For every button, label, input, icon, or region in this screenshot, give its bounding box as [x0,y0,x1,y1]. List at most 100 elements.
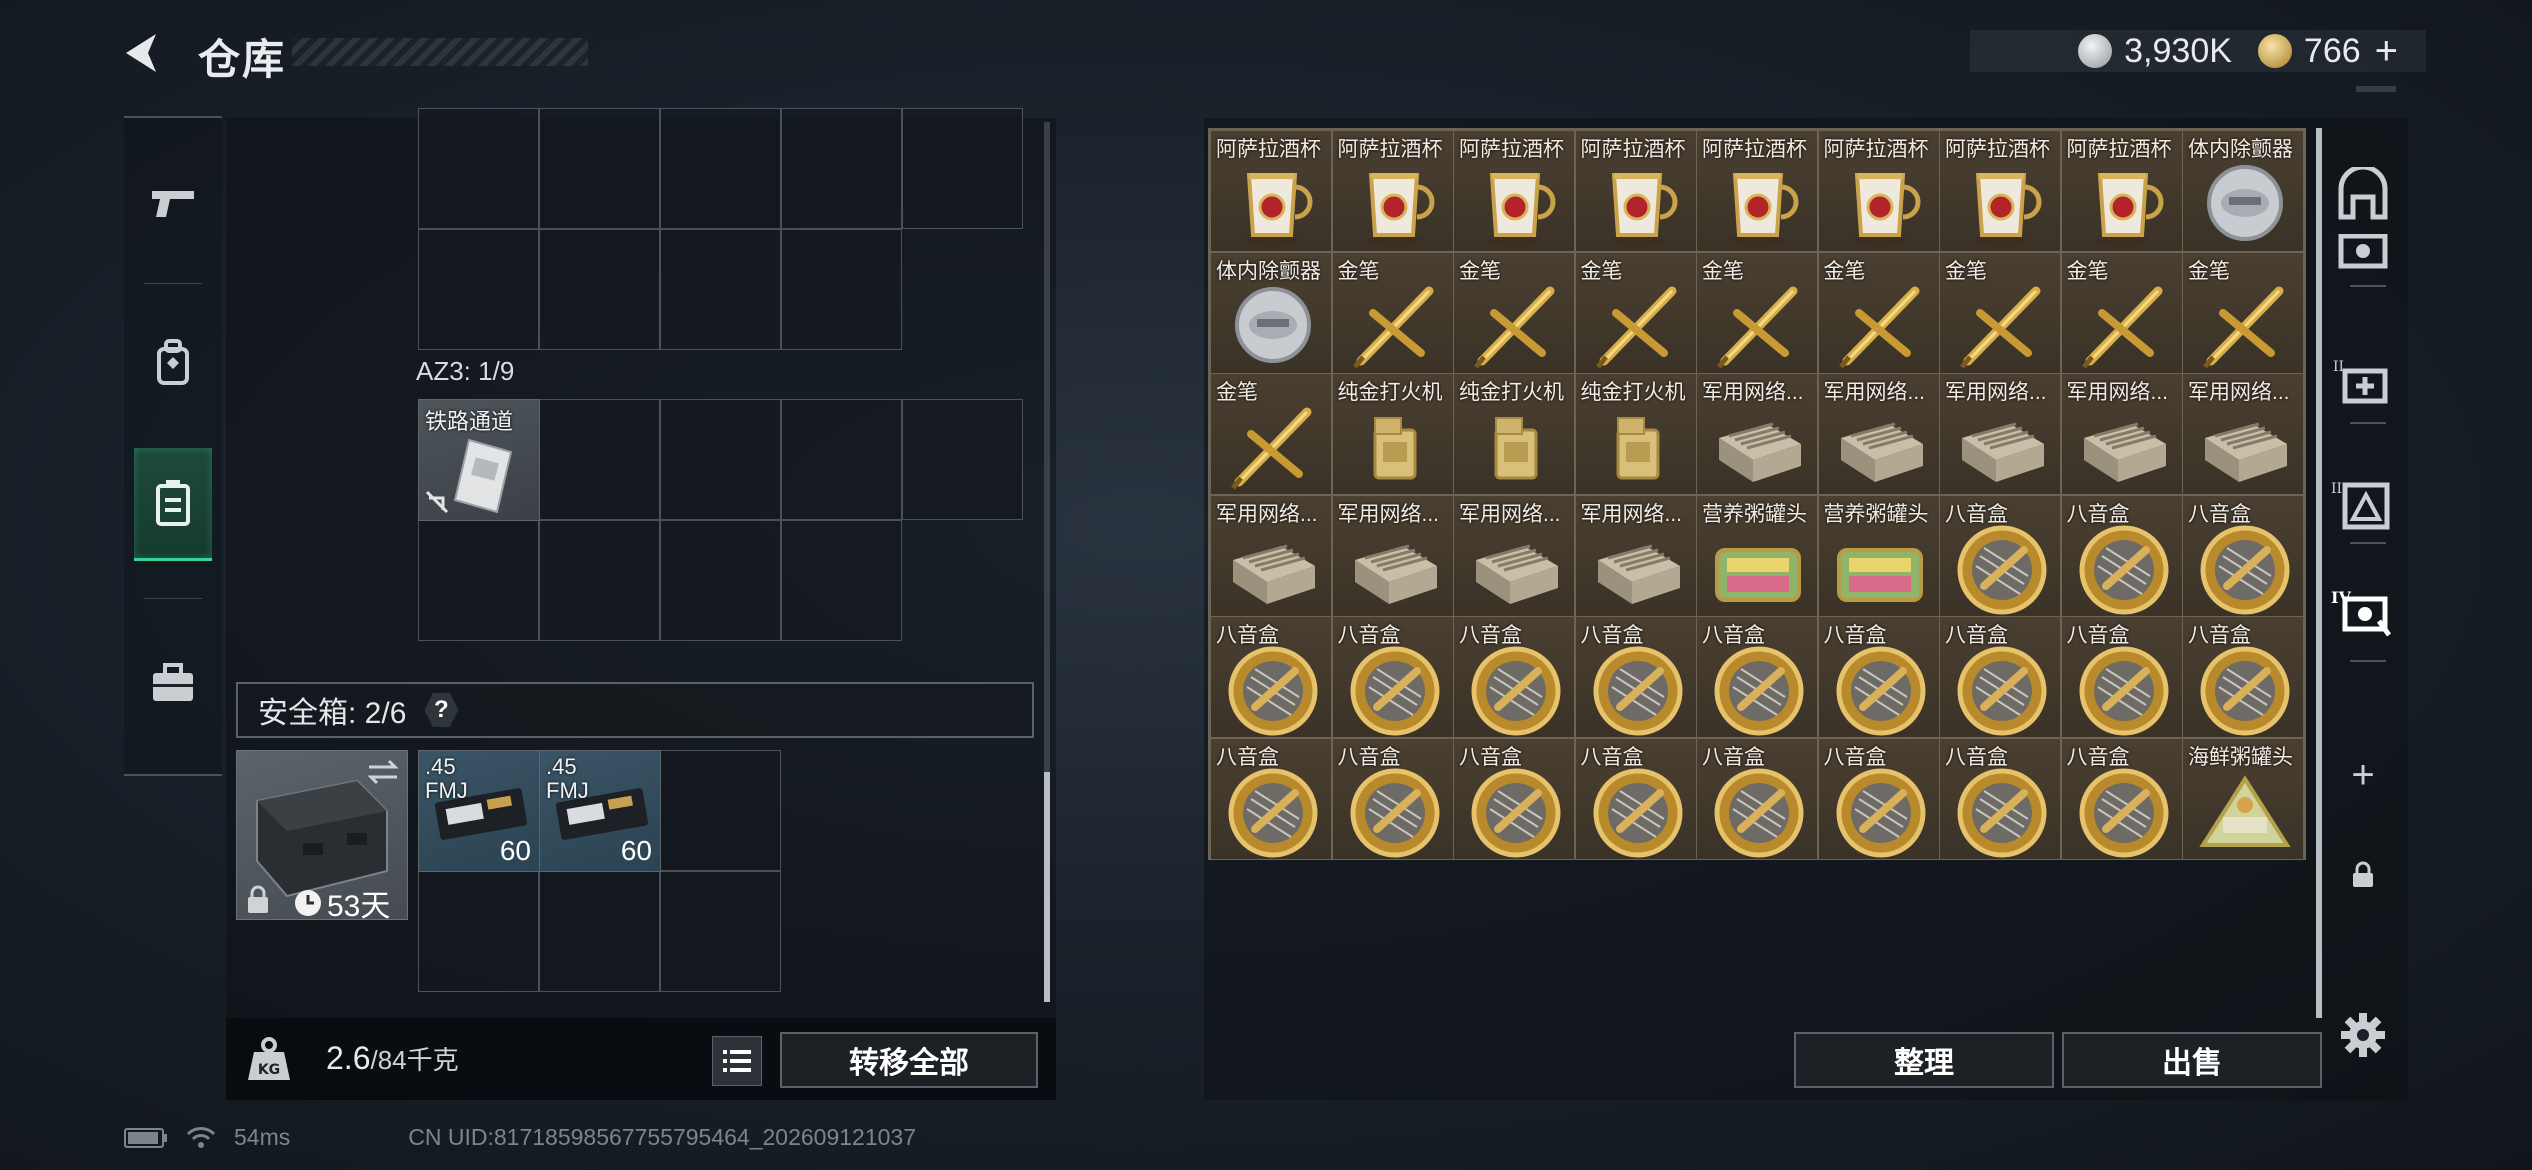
back-button[interactable] [118,28,168,78]
tab-backpack[interactable] [134,308,212,418]
stash-item-defib[interactable]: 体内除颤器 [1210,251,1332,374]
stash-item-musicbox[interactable]: 八音盒 [1939,616,2061,738]
stash-item-pen[interactable]: 金笔 [1453,251,1575,374]
stash-page-2-tab[interactable] [2328,234,2398,278]
list-view-button[interactable] [712,1036,762,1086]
help-icon[interactable]: ? [424,693,459,727]
grid-slot[interactable] [660,108,781,229]
grid-slot[interactable] [781,520,902,641]
stash-item-musicbox[interactable]: 八音盒 [1939,494,2061,617]
railway-pass-item[interactable]: 铁路通道 [418,399,540,521]
stash-item-pen[interactable]: 金笔 [1210,373,1332,495]
transfer-all-button[interactable]: 转移全部 [780,1032,1038,1088]
stash-item-cup[interactable]: 阿萨拉酒杯 [1453,130,1575,252]
sort-button[interactable]: 整理 [1794,1032,2054,1088]
stash-item-lighter[interactable]: 纯金打火机 [1453,373,1575,495]
stash-item-lighter[interactable]: 纯金打火机 [1574,373,1697,495]
stash-item-router[interactable]: 军用网络... [1939,373,2061,495]
stash-item-cup[interactable]: 阿萨拉酒杯 [2060,130,2183,252]
stash-item-pen[interactable]: 金笔 [1939,251,2061,374]
stash-item-cup[interactable]: 阿萨拉酒杯 [1939,130,2061,252]
stash-item-router[interactable]: 军用网络... [1817,373,1940,495]
safe-grid-slot[interactable] [660,871,781,992]
stash-item-seafood[interactable]: 海鲜粥罐头 [2182,737,2304,860]
stash-item-tin[interactable]: 营养粥罐头 [1817,494,1940,617]
stash-item-tin[interactable]: 营养粥罐头 [1696,494,1818,617]
stash-item-router[interactable]: 军用网络... [1453,494,1575,617]
stash-item-cup[interactable]: 阿萨拉酒杯 [1574,130,1697,252]
grid-slot[interactable] [660,229,781,350]
grid-slot[interactable] [660,520,781,641]
grid-slot[interactable] [418,520,539,641]
stash-item-router[interactable]: 军用网络... [1331,494,1454,617]
grid-slot[interactable] [781,108,902,229]
stash-item-pen[interactable]: 金笔 [2060,251,2183,374]
stash-item-router[interactable]: 军用网络... [1696,373,1818,495]
stash-item-musicbox[interactable]: 八音盒 [1696,616,1818,738]
grid-slot[interactable] [902,108,1023,229]
grid-slot[interactable] [418,229,539,350]
stash-item-musicbox[interactable]: 八音盒 [1453,616,1575,738]
sell-button[interactable]: 出售 [2062,1032,2322,1088]
stash-item-musicbox[interactable]: 八音盒 [1574,616,1697,738]
stash-item-pen[interactable]: 金笔 [1696,251,1818,374]
locked-stash-page[interactable] [2328,840,2398,910]
stash-item-lighter[interactable]: 纯金打火机 [1331,373,1454,495]
grid-slot[interactable] [902,399,1023,520]
stash-item-router[interactable]: 军用网络... [1210,494,1332,617]
stash-item-musicbox[interactable]: 八音盒 [2182,616,2304,738]
safe-grid-slot[interactable] [418,871,539,992]
stash-item-router[interactable]: 军用网络... [2060,373,2183,495]
ammo-45-fmj-item[interactable]: .45 FMJ 60 [539,750,661,872]
stash-item-musicbox[interactable]: 八音盒 [1939,737,2061,860]
stash-item-musicbox[interactable]: 八音盒 [2182,494,2304,617]
container-scrollbar[interactable] [1044,122,1050,1002]
add-currency-button[interactable]: + [2375,29,2398,74]
stash-page-II-tab[interactable]: II [2328,350,2398,420]
stash-item-musicbox[interactable]: 八音盒 [2060,616,2183,738]
stash-item-cup[interactable]: 阿萨拉酒杯 [1817,130,1940,252]
safe-grid-slot[interactable] [660,750,781,871]
swap-icon[interactable] [365,757,401,787]
stash-item-musicbox[interactable]: 八音盒 [1817,737,1940,860]
grid-slot[interactable] [539,520,660,641]
stash-item-musicbox[interactable]: 八音盒 [1331,737,1454,860]
stash-item-musicbox[interactable]: 八音盒 [1331,616,1454,738]
safe-box-slot[interactable]: 53天 [236,750,408,923]
grid-slot[interactable] [539,399,660,520]
safe-grid-slot[interactable] [539,871,660,992]
stash-item-pen[interactable]: 金笔 [1574,251,1697,374]
tab-toolbox[interactable] [134,628,212,738]
tab-weapons[interactable] [134,148,212,258]
stash-item-musicbox[interactable]: 八音盒 [1817,616,1940,738]
stash-page-IV-tab[interactable]: IV [2328,580,2398,650]
stash-item-router[interactable]: 军用网络... [2182,373,2304,495]
stash-item-cup[interactable]: 阿萨拉酒杯 [1331,130,1454,252]
stash-item-musicbox[interactable]: 八音盒 [2060,494,2183,617]
grid-slot[interactable] [539,108,660,229]
settings-button[interactable] [2328,1000,2398,1070]
stash-page-III-tab[interactable]: III [2328,470,2398,540]
ammo-45-fmj-item[interactable]: .45 FMJ 60 [418,750,540,872]
tab-safe-box[interactable] [134,448,212,561]
stash-item-pen[interactable]: 金笔 [1331,251,1454,374]
stash-item-musicbox[interactable]: 八音盒 [1696,737,1818,860]
stash-item-musicbox[interactable]: 八音盒 [1210,616,1332,738]
stash-item-router[interactable]: 军用网络... [1574,494,1697,617]
grid-slot[interactable] [781,399,902,520]
stash-item-defib[interactable]: 体内除颤器 [2182,130,2304,252]
add-stash-page-button[interactable]: + [2328,740,2398,810]
stash-item-musicbox[interactable]: 八音盒 [1574,737,1697,860]
stash-item-pen[interactable]: 金笔 [2182,251,2304,374]
stash-page-1-tab[interactable] [2328,160,2398,230]
stash-item-musicbox[interactable]: 八音盒 [1453,737,1575,860]
stash-item-musicbox[interactable]: 八音盒 [1210,737,1332,860]
grid-slot[interactable] [539,229,660,350]
grid-slot[interactable] [418,108,539,229]
stash-item-cup[interactable]: 阿萨拉酒杯 [1696,130,1818,252]
grid-slot[interactable] [660,399,781,520]
grid-slot[interactable] [781,229,902,350]
stash-item-musicbox[interactable]: 八音盒 [2060,737,2183,860]
stash-item-pen[interactable]: 金笔 [1817,251,1940,374]
stash-item-cup[interactable]: 阿萨拉酒杯 [1210,130,1332,252]
